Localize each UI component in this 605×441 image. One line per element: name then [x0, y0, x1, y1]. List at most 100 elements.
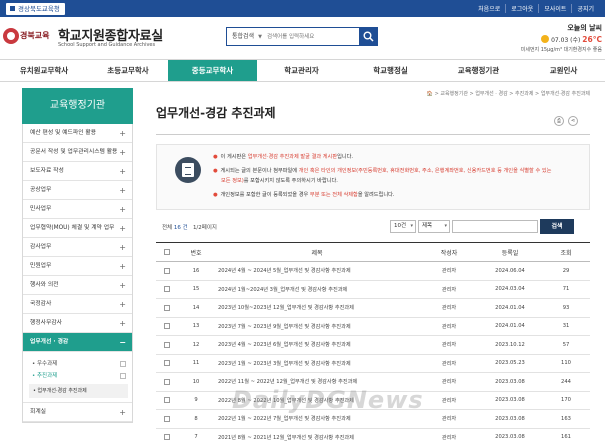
row-title-link[interactable]: 2022년 11월 ~ 2022년 12월_업무개선 및 경감사항 추진과제	[214, 372, 420, 392]
row-checkbox[interactable]	[156, 391, 178, 410]
table-row[interactable]: 7 2021년 8월 ~ 2021년 12월_업무개선 및 경감사항 추진과제 …	[156, 428, 590, 441]
list-search-button[interactable]: 검색	[540, 219, 574, 234]
chevron-down-icon: ▼	[258, 34, 262, 40]
sidebar-item-budget[interactable]: 예산 편성 및 예드파인 활용 +	[23, 124, 132, 143]
row-checkbox[interactable]	[156, 335, 178, 355]
table-row[interactable]: 8 2022년 1월 ~ 2022년 7월_업무개선 및 경감사항 추진과제 관…	[156, 409, 590, 429]
sidebar-item-label: 예산 편성 및 예드파인 활용	[30, 130, 97, 136]
row-checkbox[interactable]	[156, 261, 178, 281]
row-author: 관리자	[420, 261, 478, 281]
post-table: 번호 제목 작성자 등록일 조회 16 2024년 4월 ~ 2024년 5월_…	[156, 242, 590, 441]
row-title-link[interactable]: 2024년 4월 ~ 2024년 5월_업무개선 및 경감사항 추진과제	[214, 261, 420, 281]
top-link-home[interactable]: 처음으로	[473, 4, 505, 13]
sidebar-item-civil[interactable]: 민사업무 +	[23, 200, 132, 219]
row-title-link[interactable]: 2023년 1월 ~ 2023년 3월_업무개선 및 경감사항 추진과제	[214, 354, 420, 373]
sidebar-item-label: 회계실	[30, 409, 46, 415]
page-tools: ⎙ ⋖	[550, 116, 578, 126]
main-nav: 유치원교무학사 초등교무학사 중등교무학사 학교관리자 학교행정실 교육행정기관…	[0, 59, 605, 82]
sidebar-subsubitem-label: 업무개선·경감 추진과제	[37, 388, 87, 394]
row-number: 14	[178, 298, 214, 318]
logo[interactable]: 경북교육	[3, 25, 53, 49]
search-input[interactable]	[267, 31, 347, 42]
search-button[interactable]	[359, 27, 378, 46]
sidebar-item-label: 업무개선 · 경감	[30, 339, 69, 345]
row-checkbox[interactable]	[156, 317, 178, 336]
table-row[interactable]: 14 2023년 10월~2023년 12월_업무개선 및 경감사항 추진과제 …	[156, 298, 590, 318]
row-title-link[interactable]: 2023년 10월~2023년 12월_업무개선 및 경감사항 추진과제	[214, 298, 420, 318]
breadcrumb: 🏠 > 교육행정기관 > 업무개선 · 경감 > 추진과제 > 업무개선·경감 …	[426, 91, 590, 97]
row-number: 10	[178, 372, 214, 392]
nav-item-secondary[interactable]: 중등교무학사	[168, 60, 257, 81]
top-link-notice[interactable]: 공지기	[571, 4, 599, 13]
list-toolbar: 전체 16 건 1/2페이지 10건 ▾ 제목 ▾ 검색	[156, 219, 590, 236]
nav-item-kindergarten[interactable]: 유치원교무학사	[0, 60, 88, 81]
org-link[interactable]: 경상북도교육청	[6, 3, 65, 15]
table-row[interactable]: 13 2023년 7월 ~ 2023년 9월_업무개선 및 경감사항 추진과제 …	[156, 317, 590, 336]
print-icon[interactable]: ⎙	[554, 116, 564, 126]
nav-item-personnel[interactable]: 교원인사	[522, 60, 605, 81]
title-divider	[156, 134, 590, 135]
row-checkbox[interactable]	[156, 280, 178, 299]
top-link-mysite[interactable]: 모사이트	[538, 4, 571, 13]
nav-item-school-admin[interactable]: 학교관리자	[257, 60, 346, 81]
page-size-select[interactable]: 10건 ▾	[390, 220, 416, 233]
chevron-down-icon: ▾	[410, 223, 413, 229]
sidebar-item-national-audit[interactable]: 국정감사 +	[23, 295, 132, 314]
sidebar-item-complaints[interactable]: 민원업무 +	[23, 257, 132, 276]
search-scope-value: 통합검색	[232, 33, 255, 40]
row-checkbox[interactable]	[156, 354, 178, 373]
table-row[interactable]: 16 2024년 4월 ~ 2024년 5월_업무개선 및 경감사항 추진과제 …	[156, 261, 590, 281]
row-title-link[interactable]: 2023년 7월 ~ 2023년 9월_업무개선 및 경감사항 추진과제	[214, 317, 420, 336]
row-views: 161	[542, 428, 590, 441]
sidebar: 교육행정기관 예산 편성 및 예드파인 활용 + 공문서 작성 및 업무관리시스템…	[22, 88, 133, 423]
row-checkbox[interactable]	[156, 428, 178, 441]
nav-item-school-office[interactable]: 학교행정실	[346, 60, 435, 81]
share-icon[interactable]: ⋖	[568, 116, 578, 126]
nav-item-edu-agency[interactable]: 교육행정기관	[435, 60, 522, 81]
sidebar-item-audit[interactable]: 감사업무 +	[23, 238, 132, 257]
sidebar-item-documents[interactable]: 공문서 작성 및 업무관리시스템 활용 +	[23, 143, 132, 162]
sidebar-item-improvement[interactable]: 업무개선 · 경감 −	[23, 333, 132, 352]
col-header-views: 조회	[542, 242, 590, 262]
row-date: 2023.05.23	[478, 354, 542, 373]
weather-title: 오늘의 날씨	[567, 24, 602, 32]
sidebar-item-label: 민사업무	[30, 206, 52, 212]
table-row[interactable]: 11 2023년 1월 ~ 2023년 3월_업무개선 및 경감사항 추진과제 …	[156, 354, 590, 373]
sidebar-subsubitem-tasks[interactable]: • 업무개선·경감 추진과제	[29, 384, 128, 398]
top-link-logout[interactable]: 로그아웃	[505, 4, 538, 13]
search-field-select[interactable]: 제목 ▾	[418, 220, 450, 233]
table-row[interactable]: 15 2024년 1월~2024년 3월_업무개선 및 경감사항 추진과제 관리…	[156, 280, 590, 299]
row-checkbox[interactable]	[156, 372, 178, 392]
table-row[interactable]: 9 2022년 8월 ~ 2022년 10월_업무개선 및 경감사항 추진과제 …	[156, 391, 590, 410]
row-views: 163	[542, 409, 590, 429]
row-checkbox[interactable]	[156, 409, 178, 429]
plus-icon: +	[119, 205, 126, 214]
sidebar-item-mou[interactable]: 업무협약(MOU) 체결 및 계약 업무 +	[23, 219, 132, 238]
table-row[interactable]: 12 2023년 4월 ~ 2023년 6월_업무개선 및 경감사항 추진과제 …	[156, 335, 590, 355]
sidebar-item-press[interactable]: 보도자료 작성 +	[23, 162, 132, 181]
sidebar-subitem-tasks[interactable]: • 추진과제	[23, 370, 132, 382]
nav-item-elementary[interactable]: 초등교무학사	[88, 60, 168, 81]
sidebar-item-events[interactable]: 행사와 의전 +	[23, 276, 132, 295]
row-title-link[interactable]: 2022년 8월 ~ 2022년 10월_업무개선 및 경감사항 추진과제	[214, 391, 420, 410]
list-search-input[interactable]	[452, 220, 538, 233]
sidebar-item-gongsang[interactable]: 공상업무 +	[23, 181, 132, 200]
row-title-link[interactable]: 2024년 1월~2024년 3월_업무개선 및 경감사항 추진과제	[214, 280, 420, 299]
plus-icon: +	[119, 243, 126, 252]
sidebar-item-accounting[interactable]: 회계실 +	[23, 403, 132, 422]
select-all-checkbox[interactable]	[156, 242, 178, 262]
sidebar-subitem-best[interactable]: • 우수과제	[23, 358, 132, 370]
row-checkbox[interactable]	[156, 298, 178, 318]
row-title-link[interactable]: 2023년 4월 ~ 2023년 6월_업무개선 및 경감사항 추진과제	[214, 335, 420, 355]
plus-icon: +	[119, 167, 126, 176]
sidebar-item-admin-audit[interactable]: 행정사무감사 +	[23, 314, 132, 333]
row-number: 11	[178, 354, 214, 373]
sidebar-subitem-label: 추진과제	[37, 373, 58, 379]
row-views: 29	[542, 261, 590, 281]
row-author: 관리자	[420, 335, 478, 355]
table-row[interactable]: 10 2022년 11월 ~ 2022년 12월_업무개선 및 경감사항 추진과…	[156, 372, 590, 392]
row-title-link[interactable]: 2021년 8월 ~ 2021년 12월_업무개선 및 경감사항 추진과제	[214, 428, 420, 441]
sidebar-item-label: 행정사무감사	[30, 320, 62, 326]
row-title-link[interactable]: 2022년 1월 ~ 2022년 7월_업무개선 및 경감사항 추진과제	[214, 409, 420, 429]
search-scope-select[interactable]: 통합검색 ▼	[229, 30, 263, 43]
